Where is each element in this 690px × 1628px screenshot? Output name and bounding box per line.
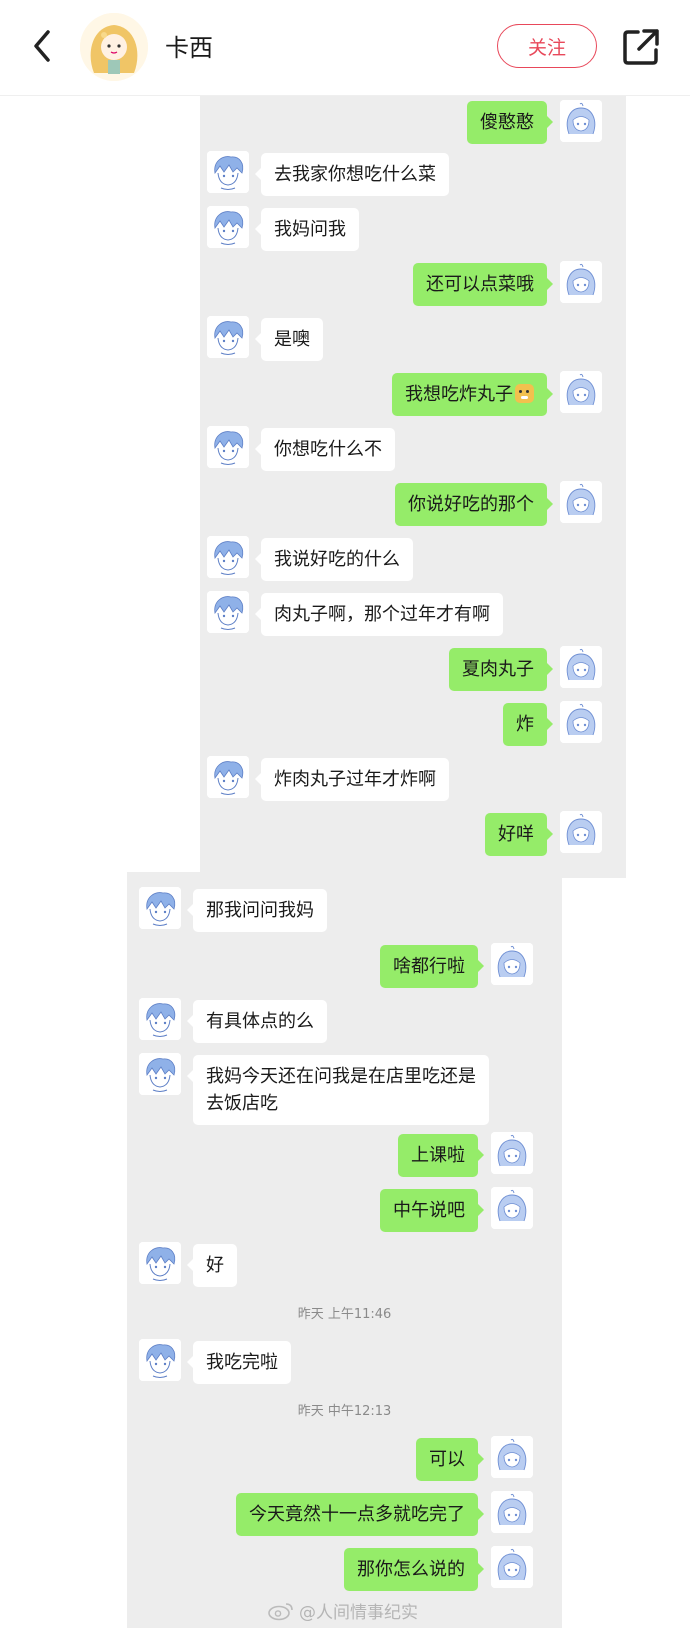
received-message: 好 <box>187 1244 237 1287</box>
sent-message: 今天竟然十一点多就吃完了 <box>236 1493 484 1536</box>
boy-avatar-icon <box>139 1339 181 1381</box>
boy-avatar-icon <box>139 1053 181 1095</box>
boy-avatar-icon <box>207 591 249 633</box>
sent-message: 可以 <box>416 1438 484 1481</box>
contact-avatar[interactable] <box>207 426 249 468</box>
girl-avatar-icon <box>560 811 602 853</box>
contact-avatar[interactable] <box>139 887 181 929</box>
boy-avatar-icon <box>207 536 249 578</box>
contact-avatar[interactable] <box>207 151 249 193</box>
weibo-icon <box>268 1602 293 1620</box>
sent-message-text: 我想吃炸丸子 <box>405 384 513 405</box>
doge-emoji-icon <box>515 384 534 403</box>
profile-avatar[interactable] <box>80 13 148 81</box>
girl-avatar-icon <box>491 1546 533 1588</box>
contact-avatar[interactable] <box>207 206 249 248</box>
received-message: 那我问问我妈 <box>187 889 327 932</box>
sent-message: 夏肉丸子 <box>449 648 553 691</box>
received-message: 我说好吃的什么 <box>255 538 413 581</box>
boy-avatar-icon <box>207 316 249 358</box>
boy-avatar-icon <box>207 151 249 193</box>
girl-avatar-icon <box>491 943 533 985</box>
my-avatar[interactable] <box>560 646 602 688</box>
received-message: 肉丸子啊，那个过年才有啊 <box>255 593 503 636</box>
my-avatar[interactable] <box>491 1491 533 1533</box>
chat-screenshot-2: 那我问问我妈 啥都行啦 有具体点的么 我妈今天还在问我是在店里吃还是去饭店吃 上… <box>127 872 562 1628</box>
contact-avatar[interactable] <box>207 316 249 358</box>
sent-message: 还可以点菜哦 <box>413 263 553 306</box>
contact-avatar[interactable] <box>207 756 249 798</box>
boy-avatar-icon <box>207 756 249 798</box>
received-message: 我妈今天还在问我是在店里吃还是去饭店吃 <box>187 1055 489 1125</box>
my-avatar[interactable] <box>491 1436 533 1478</box>
girl-avatar-icon <box>560 261 602 303</box>
sent-message: 好咩 <box>485 813 553 856</box>
sent-message: 傻憨憨 <box>467 101 553 144</box>
sent-message: 啥都行啦 <box>380 945 484 988</box>
received-message: 炸肉丸子过年才炸啊 <box>255 758 449 801</box>
share-button[interactable] <box>620 26 662 68</box>
boy-avatar-icon <box>139 998 181 1040</box>
timestamp: 昨天 上午11:46 <box>297 1307 392 1322</box>
contact-avatar[interactable] <box>207 591 249 633</box>
my-avatar[interactable] <box>560 100 602 142</box>
contact-name: 卡西 <box>165 34 213 62</box>
girl-avatar-icon <box>491 1491 533 1533</box>
girl-avatar-icon <box>560 646 602 688</box>
watermark: @人间情事纪实 <box>268 1598 418 1623</box>
sent-message: 上课啦 <box>398 1134 484 1177</box>
boy-avatar-icon <box>207 206 249 248</box>
contact-avatar[interactable] <box>139 1053 181 1095</box>
contact-avatar[interactable] <box>139 998 181 1040</box>
girl-avatar-icon <box>560 701 602 743</box>
sent-message: 那你怎么说的 <box>344 1548 484 1591</box>
sent-message: 炸 <box>503 703 553 746</box>
watermark-text: @人间情事纪实 <box>299 1603 418 1623</box>
received-message: 我妈问我 <box>255 208 359 251</box>
received-message: 我吃完啦 <box>187 1341 291 1384</box>
my-avatar[interactable] <box>491 1187 533 1229</box>
contact-avatar[interactable] <box>139 1339 181 1381</box>
girl-avatar-icon <box>560 100 602 142</box>
share-out-icon <box>623 29 659 65</box>
received-message: 是噢 <box>255 318 323 361</box>
my-avatar[interactable] <box>491 1546 533 1588</box>
my-avatar[interactable] <box>560 371 602 413</box>
sent-message: 我想吃炸丸子 <box>392 373 553 416</box>
girl-avatar-icon <box>560 371 602 413</box>
girl-avatar-icon <box>80 13 148 81</box>
received-message: 有具体点的么 <box>187 1000 327 1043</box>
back-button[interactable] <box>22 22 66 70</box>
my-avatar[interactable] <box>491 943 533 985</box>
my-avatar[interactable] <box>560 481 602 523</box>
girl-avatar-icon <box>491 1132 533 1174</box>
chevron-left-icon <box>34 30 50 62</box>
boy-avatar-icon <box>139 1242 181 1284</box>
boy-avatar-icon <box>139 887 181 929</box>
my-avatar[interactable] <box>560 811 602 853</box>
received-message: 你想吃什么不 <box>255 428 395 471</box>
received-message: 去我家你想吃什么菜 <box>255 153 449 196</box>
top-bar: 卡西 关注 <box>0 0 690 96</box>
chat-screenshot-1: 傻憨憨 去我家你想吃什么菜 我妈问我 还可以点菜哦 是噢 我想吃炸丸子 你想吃什… <box>200 96 626 878</box>
girl-avatar-icon <box>491 1436 533 1478</box>
sent-message: 中午说吧 <box>380 1189 484 1232</box>
my-avatar[interactable] <box>560 261 602 303</box>
follow-button[interactable]: 关注 <box>497 24 597 68</box>
girl-avatar-icon <box>491 1187 533 1229</box>
contact-avatar[interactable] <box>139 1242 181 1284</box>
sent-message: 你说好吃的那个 <box>395 483 553 526</box>
timestamp: 昨天 中午12:13 <box>297 1404 392 1419</box>
my-avatar[interactable] <box>491 1132 533 1174</box>
my-avatar[interactable] <box>560 701 602 743</box>
girl-avatar-icon <box>560 481 602 523</box>
boy-avatar-icon <box>207 426 249 468</box>
contact-avatar[interactable] <box>207 536 249 578</box>
